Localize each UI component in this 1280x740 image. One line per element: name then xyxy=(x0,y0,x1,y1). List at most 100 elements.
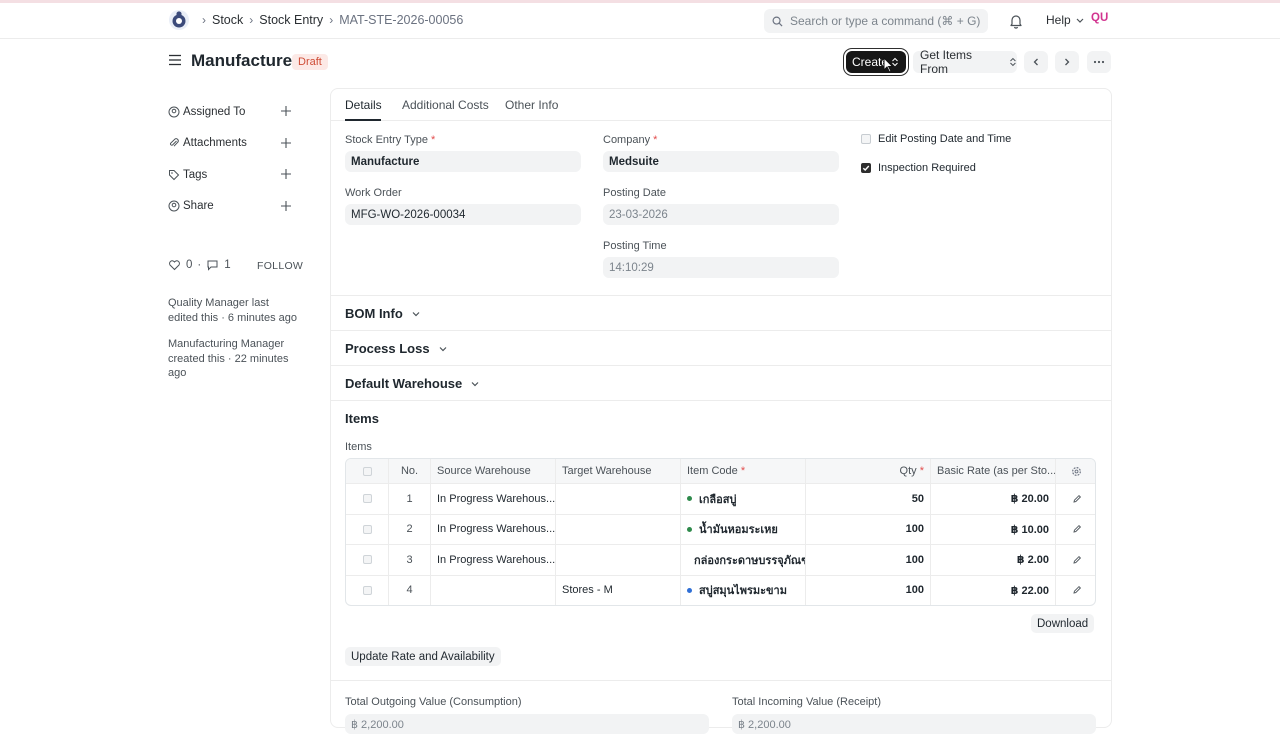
row-source-warehouse[interactable]: In Progress Warehous... xyxy=(430,514,555,544)
row-checkbox[interactable] xyxy=(362,494,372,504)
row-select-cell[interactable] xyxy=(346,576,388,606)
inspection-required-checkbox[interactable] xyxy=(861,163,871,173)
update-rate-button[interactable]: Update Rate and Availability xyxy=(345,647,501,666)
row-item-code[interactable]: น้ำมันหอมระเหย xyxy=(680,514,805,544)
next-record-button[interactable] xyxy=(1055,51,1079,73)
pencil-icon[interactable] xyxy=(1072,494,1082,504)
breadcrumb-stock-entry[interactable]: Stock Entry xyxy=(259,13,323,27)
edit-posting-checkbox-row[interactable]: Edit Posting Date and Time xyxy=(861,133,1011,145)
row-qty[interactable]: 50 xyxy=(805,484,930,514)
row-target-warehouse[interactable] xyxy=(555,545,680,575)
tab-other-info[interactable]: Other Info xyxy=(505,98,558,112)
activity-created: Manufacturing Manager created this · 22 … xyxy=(168,338,289,379)
row-select-cell[interactable] xyxy=(346,515,388,545)
row-item-code[interactable]: กล่องกระดาษบรรจุภัณฑ์ xyxy=(680,545,805,575)
row-qty[interactable]: 100 xyxy=(805,575,930,605)
row-select-cell[interactable] xyxy=(346,545,388,575)
get-items-from-button[interactable]: Get Items From xyxy=(913,48,1017,76)
plus-icon[interactable] xyxy=(280,168,292,180)
section-title-text: BOM Info xyxy=(345,306,403,321)
pencil-icon[interactable] xyxy=(1072,555,1082,565)
work-order-field[interactable]: MFG-WO-2026-00034 xyxy=(345,204,581,225)
stock-entry-type-field[interactable]: Manufacture xyxy=(345,151,581,172)
row-edit-cell[interactable] xyxy=(1055,514,1095,544)
row-target-warehouse[interactable] xyxy=(555,484,680,514)
row-select-cell[interactable] xyxy=(346,484,388,514)
row-edit-cell[interactable] xyxy=(1055,575,1095,605)
pencil-icon[interactable] xyxy=(1072,524,1082,534)
row-qty[interactable]: 100 xyxy=(805,514,930,544)
stock-entry-type-label: Stock Entry Type * xyxy=(345,134,436,146)
row-item-code[interactable]: สบู่สมุนไพรมะขาม xyxy=(680,575,805,605)
sidebar-item-attachments[interactable]: Attachments xyxy=(168,128,298,160)
create-button[interactable]: Create xyxy=(846,51,906,73)
row-checkbox[interactable] xyxy=(362,524,372,534)
row-basic-rate[interactable]: ฿ 10.00 xyxy=(930,514,1055,544)
row-source-warehouse[interactable]: In Progress Warehous... xyxy=(430,484,555,514)
total-incoming-field[interactable]: ฿ 2,200.00 xyxy=(732,714,1096,734)
plus-icon[interactable] xyxy=(280,137,292,149)
follow-button[interactable]: FOLLOW xyxy=(257,260,303,272)
posting-date-field[interactable]: 23-03-2026 xyxy=(603,204,839,225)
section-bom-info[interactable]: BOM Info xyxy=(331,295,1111,330)
select-all-checkbox[interactable] xyxy=(362,466,372,476)
row-edit-cell[interactable] xyxy=(1055,545,1095,575)
row-checkbox[interactable] xyxy=(362,555,372,565)
heart-icon[interactable] xyxy=(168,259,181,271)
section-default-warehouse[interactable]: Default Warehouse xyxy=(331,365,1111,400)
row-number: 2 xyxy=(388,514,430,544)
plus-icon[interactable] xyxy=(280,200,292,212)
inspection-required-checkbox-row[interactable]: Inspection Required xyxy=(861,162,976,174)
row-target-warehouse[interactable]: Stores - M xyxy=(555,575,680,605)
items-section-title: Items xyxy=(345,411,379,426)
row-qty[interactable]: 100 xyxy=(805,545,930,575)
more-actions-button[interactable] xyxy=(1087,51,1111,73)
row-basic-rate[interactable]: ฿ 2.00 xyxy=(930,545,1055,575)
app-logo-icon[interactable] xyxy=(168,9,190,31)
sidebar-item-assigned-to[interactable]: Assigned To xyxy=(168,96,298,128)
tab-details[interactable]: Details xyxy=(345,98,382,112)
edit-posting-checkbox[interactable] xyxy=(861,134,871,144)
comments-count: 1 xyxy=(224,259,231,271)
row-basic-rate[interactable]: ฿ 20.00 xyxy=(930,484,1055,514)
table-row[interactable]: 2 In Progress Warehous... น้ำมันหอมระเหย 10… xyxy=(346,513,1095,545)
social-stats: 0 · 1 xyxy=(168,259,231,271)
total-incoming-label: Total Incoming Value (Receipt) xyxy=(732,696,881,708)
breadcrumb-stock[interactable]: Stock xyxy=(212,13,243,27)
table-row[interactable]: 4 Stores - M สบู่สมุนไพรมะขาม 100 ฿ 22.00 xyxy=(346,574,1095,606)
row-number: 4 xyxy=(388,575,430,605)
select-all-cell[interactable] xyxy=(346,459,388,483)
sidebar-item-tags[interactable]: Tags xyxy=(168,159,298,191)
total-outgoing-field[interactable]: ฿ 2,200.00 xyxy=(345,714,709,734)
chevron-down-icon xyxy=(412,311,420,316)
sidebar-item-share[interactable]: Share xyxy=(168,191,298,223)
row-target-warehouse[interactable] xyxy=(555,514,680,544)
search-input[interactable]: Search or type a command (⌘ + G) xyxy=(764,9,988,33)
table-body: 1 In Progress Warehous... เกลือสบู่ 50 ฿ 20.… xyxy=(346,483,1095,605)
table-row[interactable]: 1 In Progress Warehous... เกลือสบู่ 50 ฿ 20.… xyxy=(346,483,1095,514)
row-basic-rate[interactable]: ฿ 22.00 xyxy=(930,575,1055,605)
table-row[interactable]: 3 In Progress Warehous... กล่องกระดาษบรรจุ… xyxy=(346,544,1095,575)
section-title-text: Process Loss xyxy=(345,341,430,356)
download-button[interactable]: Download xyxy=(1031,614,1095,633)
plus-icon[interactable] xyxy=(280,105,292,117)
settings-gear-icon[interactable] xyxy=(1071,466,1082,477)
help-menu[interactable]: Help xyxy=(1046,13,1085,27)
menu-icon[interactable] xyxy=(168,54,182,66)
avatar[interactable]: QU xyxy=(1091,12,1108,24)
company-field[interactable]: Medsuite xyxy=(603,151,839,172)
row-checkbox[interactable] xyxy=(362,585,372,595)
comment-icon[interactable] xyxy=(206,259,219,271)
item-status-dot xyxy=(687,526,692,532)
bell-icon[interactable] xyxy=(1008,13,1024,29)
row-source-warehouse[interactable]: In Progress Warehous... xyxy=(430,545,555,575)
previous-record-button[interactable] xyxy=(1024,51,1048,73)
row-source-warehouse[interactable] xyxy=(430,575,555,605)
pencil-icon[interactable] xyxy=(1072,585,1082,595)
row-edit-cell[interactable] xyxy=(1055,484,1095,514)
tab-additional-costs[interactable]: Additional Costs xyxy=(402,98,489,112)
posting-time-field[interactable]: 14:10:29 xyxy=(603,257,839,278)
section-process-loss[interactable]: Process Loss xyxy=(331,330,1111,365)
row-item-code[interactable]: เกลือสบู่ xyxy=(680,484,805,514)
column-settings-cell[interactable] xyxy=(1055,459,1095,483)
